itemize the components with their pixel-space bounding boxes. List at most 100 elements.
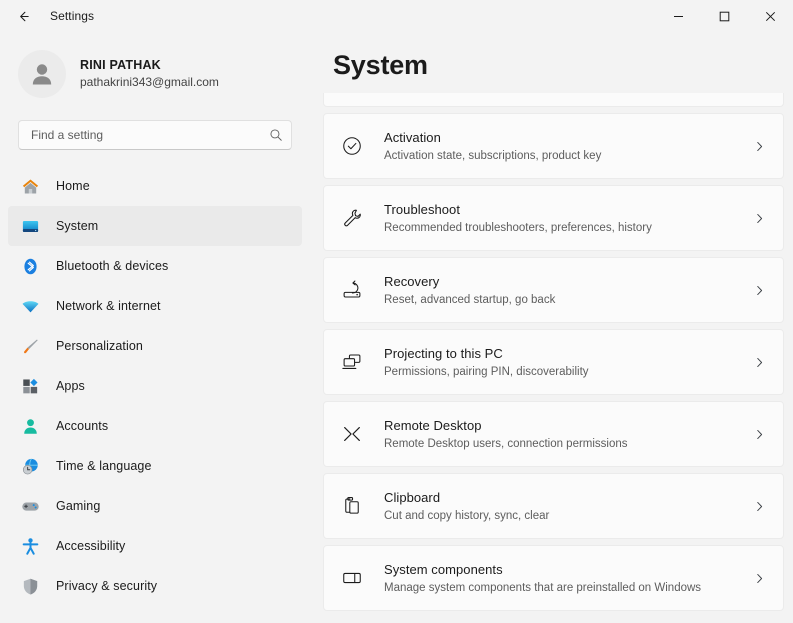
page-title: System (323, 32, 793, 93)
card-subtitle: Reset, advanced startup, go back (384, 292, 751, 308)
card-text: Troubleshoot Recommended troubleshooters… (384, 201, 751, 236)
card-text: Projecting to this PC Permissions, pairi… (384, 345, 751, 380)
partial-card-above[interactable] (323, 93, 784, 107)
chevron-right-icon (751, 428, 767, 441)
search-box[interactable] (18, 120, 292, 150)
sidebar-item-label: Personalization (56, 339, 143, 353)
card-subtitle: Manage system components that are preins… (384, 580, 751, 596)
minimize-icon (673, 11, 684, 22)
settings-card-projecting-to-this-pc[interactable]: Projecting to this PC Permissions, pairi… (323, 329, 784, 395)
system-components-icon (338, 564, 366, 592)
gamepad-icon (20, 496, 40, 516)
sidebar-item-gaming[interactable]: Gaming (8, 486, 302, 526)
maximize-button[interactable] (701, 0, 747, 32)
card-subtitle: Activation state, subscriptions, product… (384, 148, 751, 164)
close-icon (765, 11, 776, 22)
settings-card-system-components[interactable]: System components Manage system componen… (323, 545, 784, 611)
sidebar-item-network-internet[interactable]: Network & internet (8, 286, 302, 326)
clock-globe-icon (20, 456, 40, 476)
sidebar-item-label: Accessibility (56, 539, 125, 553)
sidebar-item-label: Gaming (56, 499, 100, 513)
check-circle-icon (338, 132, 366, 160)
sidebar-item-accounts[interactable]: Accounts (8, 406, 302, 446)
title-bar: Settings (0, 0, 793, 32)
sidebar: RINI PATHAK pathakrini343@gmail.com (0, 32, 310, 623)
sidebar-item-system[interactable]: System (8, 206, 302, 246)
recovery-icon (338, 276, 366, 304)
chevron-right-icon (751, 284, 767, 297)
home-icon (20, 176, 40, 196)
apps-icon (20, 376, 40, 396)
projecting-icon (338, 348, 366, 376)
card-title: Activation (384, 129, 751, 147)
sidebar-item-privacy-security[interactable]: Privacy & security (8, 566, 302, 606)
remote-desktop-icon (338, 420, 366, 448)
card-subtitle: Cut and copy history, sync, clear (384, 508, 751, 524)
chevron-right-icon (751, 356, 767, 369)
sidebar-item-label: Apps (56, 379, 85, 393)
settings-card-troubleshoot[interactable]: Troubleshoot Recommended troubleshooters… (323, 185, 784, 251)
accessibility-icon (20, 536, 40, 556)
sidebar-item-label: Accounts (56, 419, 108, 433)
card-text: Remote Desktop Remote Desktop users, con… (384, 417, 751, 452)
account-name: RINI PATHAK (80, 57, 219, 74)
sidebar-item-label: Privacy & security (56, 579, 157, 593)
account-card[interactable]: RINI PATHAK pathakrini343@gmail.com (8, 32, 302, 106)
maximize-icon (719, 11, 730, 22)
settings-window: Settings (0, 0, 793, 623)
card-subtitle: Permissions, pairing PIN, discoverabilit… (384, 364, 751, 380)
account-icon (20, 416, 40, 436)
card-text: System components Manage system componen… (384, 561, 751, 596)
card-text: Activation Activation state, subscriptio… (384, 129, 751, 164)
sidebar-item-label: Home (56, 179, 90, 193)
settings-card-remote-desktop[interactable]: Remote Desktop Remote Desktop users, con… (323, 401, 784, 467)
card-text: Clipboard Cut and copy history, sync, cl… (384, 489, 751, 524)
shield-icon (20, 576, 40, 596)
card-title: Troubleshoot (384, 201, 751, 219)
app-title: Settings (50, 9, 94, 23)
account-email: pathakrini343@gmail.com (80, 74, 219, 91)
paintbrush-icon (20, 336, 40, 356)
chevron-right-icon (751, 500, 767, 513)
sidebar-item-bluetooth-devices[interactable]: Bluetooth & devices (8, 246, 302, 286)
arrow-left-icon (16, 9, 31, 24)
sidebar-item-label: Network & internet (56, 299, 161, 313)
card-title: Projecting to this PC (384, 345, 751, 363)
chevron-right-icon (751, 572, 767, 585)
monitor-icon (20, 216, 40, 236)
card-text: Recovery Reset, advanced startup, go bac… (384, 273, 751, 308)
wifi-icon (20, 296, 40, 316)
card-title: System components (384, 561, 751, 579)
settings-list[interactable]: Activation Activation state, subscriptio… (323, 93, 793, 623)
sidebar-item-personalization[interactable]: Personalization (8, 326, 302, 366)
clipboard-icon (338, 492, 366, 520)
sidebar-item-accessibility[interactable]: Accessibility (8, 526, 302, 566)
avatar (18, 50, 66, 98)
card-subtitle: Remote Desktop users, connection permiss… (384, 436, 751, 452)
bluetooth-icon (20, 256, 40, 276)
sidebar-item-time-language[interactable]: Time & language (8, 446, 302, 486)
main-content: System Activation Activation state, subs… (310, 32, 793, 623)
window-body: RINI PATHAK pathakrini343@gmail.com (0, 32, 793, 623)
settings-card-clipboard[interactable]: Clipboard Cut and copy history, sync, cl… (323, 473, 784, 539)
sidebar-item-label: Bluetooth & devices (56, 259, 168, 273)
card-title: Remote Desktop (384, 417, 751, 435)
window-controls (655, 0, 793, 32)
settings-card-recovery[interactable]: Recovery Reset, advanced startup, go bac… (323, 257, 784, 323)
minimize-button[interactable] (655, 0, 701, 32)
sidebar-item-apps[interactable]: Apps (8, 366, 302, 406)
account-text: RINI PATHAK pathakrini343@gmail.com (80, 57, 219, 91)
chevron-right-icon (751, 140, 767, 153)
back-button[interactable] (6, 2, 40, 30)
search-icon (269, 128, 283, 142)
card-title: Recovery (384, 273, 751, 291)
sidebar-item-home[interactable]: Home (8, 166, 302, 206)
card-title: Clipboard (384, 489, 751, 507)
settings-card-activation[interactable]: Activation Activation state, subscriptio… (323, 113, 784, 179)
search-wrapper (8, 106, 302, 150)
sidebar-item-label: System (56, 219, 98, 233)
wrench-icon (338, 204, 366, 232)
person-avatar-icon (27, 59, 57, 89)
close-button[interactable] (747, 0, 793, 32)
search-input[interactable] (31, 128, 269, 142)
